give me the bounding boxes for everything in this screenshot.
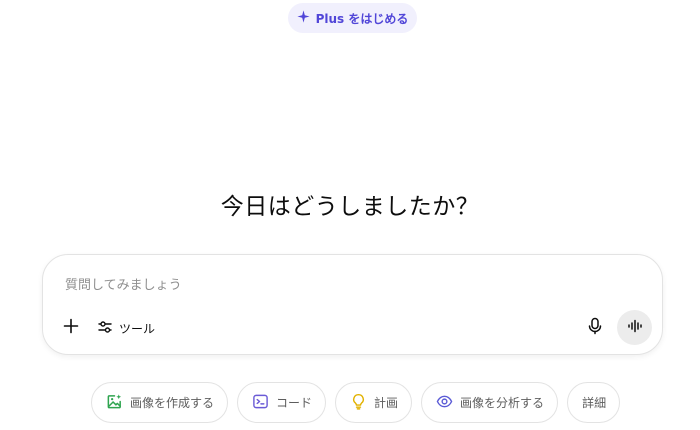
eye-icon [436, 393, 453, 413]
suggestion-code[interactable]: コード [237, 382, 327, 423]
tools-label: ツール [119, 321, 156, 336]
chip-label: コード [276, 396, 313, 410]
suggestion-analyze-image[interactable]: 画像を分析する [421, 382, 559, 423]
dictate-button[interactable] [583, 316, 607, 340]
add-attachment-button[interactable] [59, 316, 83, 340]
chip-label: 画像を作成する [130, 396, 215, 410]
voice-waveform-icon [627, 318, 643, 338]
tools-button[interactable]: ツール [93, 315, 159, 341]
chip-label: 詳細 [582, 396, 607, 410]
sliders-icon [97, 319, 113, 338]
chip-label: 計画 [374, 396, 399, 410]
upgrade-label: Plus をはじめる [315, 11, 409, 26]
chip-label: 画像を分析する [460, 396, 545, 410]
suggestion-more[interactable]: 詳細 [567, 382, 621, 423]
suggestion-create-image[interactable]: 画像を作成する [91, 382, 229, 423]
lightbulb-icon [350, 393, 367, 413]
voice-mode-button[interactable] [617, 310, 652, 345]
composer: ツール [42, 254, 663, 355]
plus-icon [63, 318, 79, 338]
microphone-icon [587, 317, 603, 339]
terminal-icon [252, 393, 269, 413]
suggestion-plan[interactable]: 計画 [335, 382, 413, 423]
sparkle-icon [297, 10, 310, 26]
upgrade-plus-button[interactable]: Plus をはじめる [288, 3, 417, 33]
image-create-icon [106, 393, 123, 413]
suggestion-chips: 画像を作成する コード 計画 画像を分析する 詳細 [91, 382, 621, 423]
prompt-input[interactable] [65, 275, 585, 295]
page-heading: 今日はどうしましたか？ [220, 194, 480, 220]
